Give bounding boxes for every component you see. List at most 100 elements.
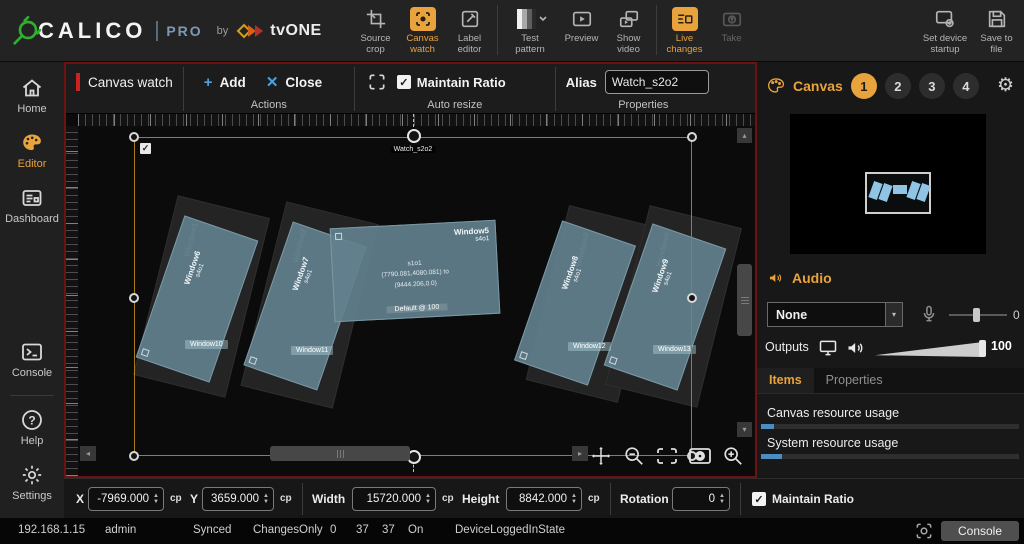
maintain-ratio-checkbox[interactable]: ✓: [397, 75, 411, 89]
spinner-arrows-icon[interactable]: ▲▼: [423, 493, 435, 505]
audio-source-dropdown[interactable]: None ▾: [767, 302, 903, 327]
canvas-settings-gear-icon[interactable]: ⚙: [997, 74, 1014, 97]
posbar-divider: [740, 483, 741, 515]
sidebar-item-editor[interactable]: Editor: [18, 131, 47, 170]
alias-label: Alias: [566, 75, 597, 90]
live-changes-button[interactable]: Live changes: [661, 0, 708, 60]
output-speaker-icon[interactable]: [845, 338, 867, 358]
canvas-tab-1[interactable]: 1: [851, 73, 877, 99]
close-button[interactable]: ✕ Close: [266, 73, 322, 91]
screenshot-camera-icon[interactable]: [914, 521, 934, 541]
mic-slider-thumb[interactable]: [973, 308, 980, 322]
monitor-icon[interactable]: [817, 338, 839, 358]
resize-handle-ne[interactable]: [687, 132, 697, 142]
changes-mode: ChangesOnly: [253, 524, 323, 536]
fit-to-screen-icon[interactable]: [655, 444, 679, 468]
status-number-b: 37: [382, 524, 395, 536]
sidebar-item-help[interactable]: ? Help: [20, 408, 44, 447]
vertical-scrollbar-thumb[interactable]: [737, 264, 752, 336]
canvas-watch-button[interactable]: Canvas watch: [399, 0, 446, 60]
fill-canvas-icon[interactable]: [688, 444, 712, 468]
canvas-selector-header: Canvas 1 2 3 4 ⚙: [757, 62, 1024, 110]
canvas-panel-title: Canvas: [793, 78, 843, 94]
resize-handle-w[interactable]: [129, 293, 139, 303]
rotation-handle-top[interactable]: [407, 129, 421, 143]
window-label-badge: Window11: [291, 346, 333, 355]
save-to-file-button[interactable]: Save to file: [973, 0, 1020, 60]
y-spinbox[interactable]: ▲▼: [202, 487, 274, 511]
sidebar-item-settings[interactable]: Settings: [12, 463, 52, 502]
tab-items[interactable]: Items: [757, 368, 814, 393]
take-button[interactable]: Take: [708, 0, 755, 60]
add-button[interactable]: + Add: [204, 74, 246, 91]
window-label-badge: Window10: [185, 340, 228, 349]
spinner-arrows-icon[interactable]: ▲▼: [569, 493, 581, 505]
canvas-tab-2[interactable]: 2: [885, 73, 911, 99]
canvas-tab-4[interactable]: 4: [953, 73, 979, 99]
x-input[interactable]: [89, 493, 151, 505]
spinner-arrows-icon[interactable]: ▲▼: [151, 493, 163, 505]
set-device-startup-button[interactable]: Set device startup: [917, 0, 973, 60]
canvas-tab-3[interactable]: 3: [919, 73, 945, 99]
canvas-watch-icon: [410, 7, 436, 31]
audio-source-value: None: [768, 308, 885, 322]
editor-main-area: Canvas watch + Add ✕ Close Actions ✓ Mai…: [64, 62, 757, 478]
console-button[interactable]: Console: [941, 521, 1019, 541]
height-input[interactable]: [507, 493, 569, 505]
selection-checkbox[interactable]: ✓: [140, 143, 151, 154]
properties-group: Alias Properties: [556, 64, 731, 114]
posbar-maintain-ratio-checkbox[interactable]: ✓: [752, 492, 766, 506]
scroll-right-button[interactable]: ▸: [572, 446, 588, 461]
volume-slider-track[interactable]: [875, 342, 983, 357]
scroll-left-button[interactable]: ◂: [80, 446, 96, 461]
canvas-window-center[interactable]: Window5 s4o1 s1o1 (7790.081,4080.081) to…: [330, 220, 501, 323]
canvas-preview-thumbnail[interactable]: [790, 114, 986, 254]
preview-mini-canvas: [865, 172, 931, 214]
sidebar-item-home[interactable]: Home: [17, 76, 46, 115]
canvas-viewport[interactable]: Window1 Window2 Window3 Window4 Window6 …: [66, 114, 755, 476]
plus-icon: +: [204, 74, 213, 91]
width-spinbox[interactable]: ▲▼: [352, 487, 436, 511]
resize-handle-nw[interactable]: [129, 132, 139, 142]
scroll-down-button[interactable]: ▾: [737, 422, 752, 437]
tab-properties[interactable]: Properties: [814, 368, 895, 393]
toolbar-divider: [497, 5, 498, 55]
microphone-icon: [919, 303, 939, 325]
test-pattern-button[interactable]: Test pattern: [502, 0, 558, 60]
zoom-in-icon[interactable]: [721, 444, 745, 468]
sidebar-item-dashboard[interactable]: Dashboard: [5, 186, 59, 225]
height-spinbox[interactable]: ▲▼: [506, 487, 582, 511]
ruler-horizontal: [78, 114, 755, 126]
show-video-button[interactable]: Show video: [605, 0, 652, 60]
width-input[interactable]: [353, 493, 423, 505]
logged-in-user: admin: [105, 524, 136, 536]
scroll-up-button[interactable]: ▴: [737, 128, 752, 143]
sidebar-item-console[interactable]: Console: [12, 340, 52, 379]
source-crop-button[interactable]: Source crop: [352, 0, 399, 60]
spinner-arrows-icon[interactable]: ▲▼: [717, 493, 729, 505]
zoom-out-icon[interactable]: [622, 444, 646, 468]
label-editor-button[interactable]: Label editor: [446, 0, 493, 60]
audio-outputs-row: Outputs 100: [757, 336, 1024, 362]
rotation-spinbox[interactable]: ▲▼: [672, 487, 730, 511]
rotation-input[interactable]: [673, 493, 717, 505]
horizontal-scrollbar-thumb[interactable]: [270, 446, 410, 461]
resize-handle-e[interactable]: [687, 293, 697, 303]
pan-tool-icon[interactable]: [589, 444, 613, 468]
window-footer-label: Default @ 100: [386, 303, 447, 313]
preview-button[interactable]: Preview: [558, 0, 605, 60]
spinner-arrows-icon[interactable]: ▲▼: [261, 493, 273, 505]
volume-value: 100: [991, 339, 1012, 353]
source-crop-icon: [365, 7, 387, 31]
y-input[interactable]: [203, 493, 261, 505]
left-sidebar: Home Editor Dashboard Console ? Help Set…: [0, 62, 64, 518]
x-label: X: [76, 492, 84, 506]
alias-input[interactable]: [605, 70, 709, 94]
resize-handle-sw[interactable]: [129, 451, 139, 461]
settings-gear-icon: [20, 463, 44, 487]
label-editor-icon: [459, 7, 481, 31]
volume-slider-thumb[interactable]: [979, 340, 986, 357]
brand-divider: [156, 21, 158, 41]
audio-title: Audio: [792, 270, 832, 286]
x-spinbox[interactable]: ▲▼: [88, 487, 164, 511]
